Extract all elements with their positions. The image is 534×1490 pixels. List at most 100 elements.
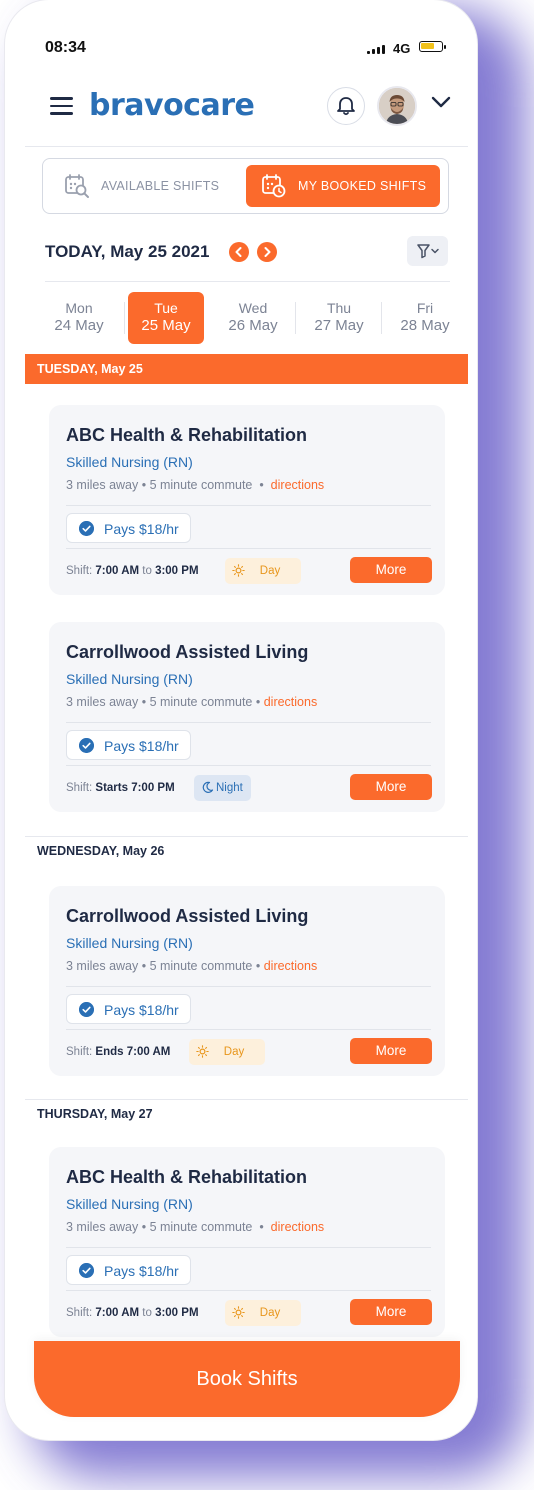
check-circle-icon: [79, 521, 94, 536]
section-heading-thursday: THURSDAY, May 27: [37, 1107, 153, 1121]
shift-card[interactable]: Carrollwood Assisted Living Skilled Nurs…: [49, 622, 445, 812]
card-divider: [66, 1290, 431, 1291]
day-mon[interactable]: Mon 24 May: [41, 292, 117, 344]
pay-rate: Pays $18/hr: [104, 1002, 179, 1018]
shift-prefix: Shift:: [66, 1307, 96, 1319]
card-divider: [66, 986, 431, 987]
card-divider: [66, 1029, 431, 1030]
shift-time: Shift: Starts 7:00 PM: [66, 782, 175, 794]
card-divider: [66, 765, 431, 766]
shift-role: Skilled Nursing (RN): [66, 1196, 193, 1212]
more-button[interactable]: More: [350, 774, 432, 800]
card-divider: [66, 722, 431, 723]
chevron-left-icon: [235, 247, 242, 257]
check-circle-icon: [79, 1002, 94, 1017]
day-date: 24 May: [54, 317, 104, 334]
card-divider: [66, 1247, 431, 1248]
shift-type-label: Day: [259, 1307, 281, 1319]
sun-icon: [196, 1045, 209, 1058]
shift-time: Shift: 7:00 AM to 3:00 PM: [66, 565, 199, 577]
check-circle-icon: [79, 1263, 94, 1278]
shift-type-tag: Day: [189, 1039, 265, 1065]
app-header: bravocare: [5, 80, 477, 136]
day-thu[interactable]: Thu 27 May: [301, 292, 377, 344]
day-selector: Mon 24 May Tue 25 May Wed 26 May Thu 27 …: [25, 292, 472, 344]
shift-sep: to: [139, 1307, 156, 1319]
filter-icon: [417, 244, 439, 259]
pay-rate: Pays $18/hr: [104, 738, 179, 754]
filter-button[interactable]: [407, 236, 448, 266]
facility-name: Carrollwood Assisted Living: [66, 642, 309, 662]
shift-role: Skilled Nursing (RN): [66, 671, 193, 687]
network-label: 4G: [393, 41, 411, 56]
tab-booked-label: MY BOOKED SHIFTS: [298, 179, 427, 193]
distance-text: 3 miles away • 5 minute commute: [66, 1220, 253, 1234]
day-of-week: Fri: [416, 300, 434, 316]
today-date-label: TODAY, May 25 2021: [45, 242, 210, 261]
shift-end: 3:00 PM: [155, 1307, 199, 1319]
shift-end: Ends 7:00 AM: [95, 1046, 171, 1058]
shift-card[interactable]: Carrollwood Assisted Living Skilled Nurs…: [49, 886, 445, 1076]
shift-card[interactable]: ABC Health & Rehabilitation Skilled Nurs…: [49, 1147, 445, 1337]
more-button[interactable]: More: [350, 1038, 432, 1064]
chevron-down-icon[interactable]: [430, 95, 452, 109]
card-divider: [66, 505, 431, 506]
hamburger-menu-icon[interactable]: [50, 97, 73, 115]
directions-link[interactable]: directions: [264, 959, 318, 973]
tab-my-booked-shifts[interactable]: MY BOOKED SHIFTS: [246, 165, 440, 207]
pay-rate-badge: Pays $18/hr: [66, 994, 191, 1024]
avatar[interactable]: [377, 86, 417, 126]
shift-time: Shift: Ends 7:00 AM: [66, 1046, 170, 1058]
next-date-button[interactable]: [257, 242, 277, 262]
shift-prefix: Shift:: [66, 782, 96, 794]
day-date: 26 May: [228, 317, 278, 334]
day-of-week: Wed: [238, 300, 268, 316]
section-heading-tuesday: TUESDAY, May 25: [25, 354, 468, 384]
tab-available-shifts[interactable]: AVAILABLE SHIFTS: [49, 165, 245, 207]
day-of-week: Tue: [154, 300, 178, 316]
bravocare-logo: bravocare: [89, 88, 255, 123]
shift-type-tag: Day: [225, 558, 301, 584]
directions-link[interactable]: directions: [271, 478, 325, 492]
shift-type-label: Night: [216, 782, 243, 794]
battery-icon: [419, 41, 446, 52]
tab-available-label: AVAILABLE SHIFTS: [101, 179, 220, 193]
bell-icon: [337, 97, 355, 116]
directions-link[interactable]: directions: [264, 695, 318, 709]
day-fri[interactable]: Fri 28 May: [387, 292, 463, 344]
directions-link[interactable]: directions: [271, 1220, 325, 1234]
card-divider: [66, 548, 431, 549]
shift-type-tag: Day: [225, 1300, 301, 1326]
facility-name: ABC Health & Rehabilitation: [66, 425, 308, 445]
shift-type-label: Day: [259, 565, 281, 577]
day-wed[interactable]: Wed 26 May: [215, 292, 291, 344]
shift-type-label: Day: [223, 1046, 245, 1058]
facility-name: Carrollwood Assisted Living: [66, 906, 309, 926]
distance-text: 3 miles away • 5 minute commute: [66, 478, 253, 492]
phone-screen: 08:34 4G bravocare AVAILABLE SHIFTS MY B…: [5, 0, 477, 1440]
pay-rate-badge: Pays $18/hr: [66, 1255, 191, 1285]
shift-distance: 3 miles away • 5 minute commute • direct…: [66, 959, 318, 973]
shift-end: 3:00 PM: [155, 565, 199, 577]
day-tue[interactable]: Tue 25 May: [128, 292, 204, 344]
prev-date-button[interactable]: [229, 242, 249, 262]
shift-start: 7:00 AM: [95, 1307, 140, 1319]
day-separator: [124, 302, 125, 334]
day-separator: [381, 302, 382, 334]
pay-rate: Pays $18/hr: [104, 1263, 179, 1279]
distance-text: 3 miles away • 5 minute commute: [66, 959, 253, 973]
shift-distance: 3 miles away • 5 minute commute • direct…: [66, 695, 318, 709]
day-date: 25 May: [141, 317, 191, 334]
notifications-button[interactable]: [327, 87, 365, 125]
shift-prefix: Shift:: [66, 1046, 96, 1058]
sun-icon: [232, 564, 245, 577]
book-shifts-button[interactable]: Book Shifts: [34, 1341, 460, 1417]
shift-role: Skilled Nursing (RN): [66, 935, 193, 951]
shift-sep: to: [139, 565, 156, 577]
day-of-week: Thu: [326, 300, 352, 316]
status-time: 08:34: [45, 39, 86, 56]
more-button[interactable]: More: [350, 1299, 432, 1325]
more-button[interactable]: More: [350, 557, 432, 583]
header-divider: [25, 146, 468, 147]
shift-card[interactable]: ABC Health & Rehabilitation Skilled Nurs…: [49, 405, 445, 595]
